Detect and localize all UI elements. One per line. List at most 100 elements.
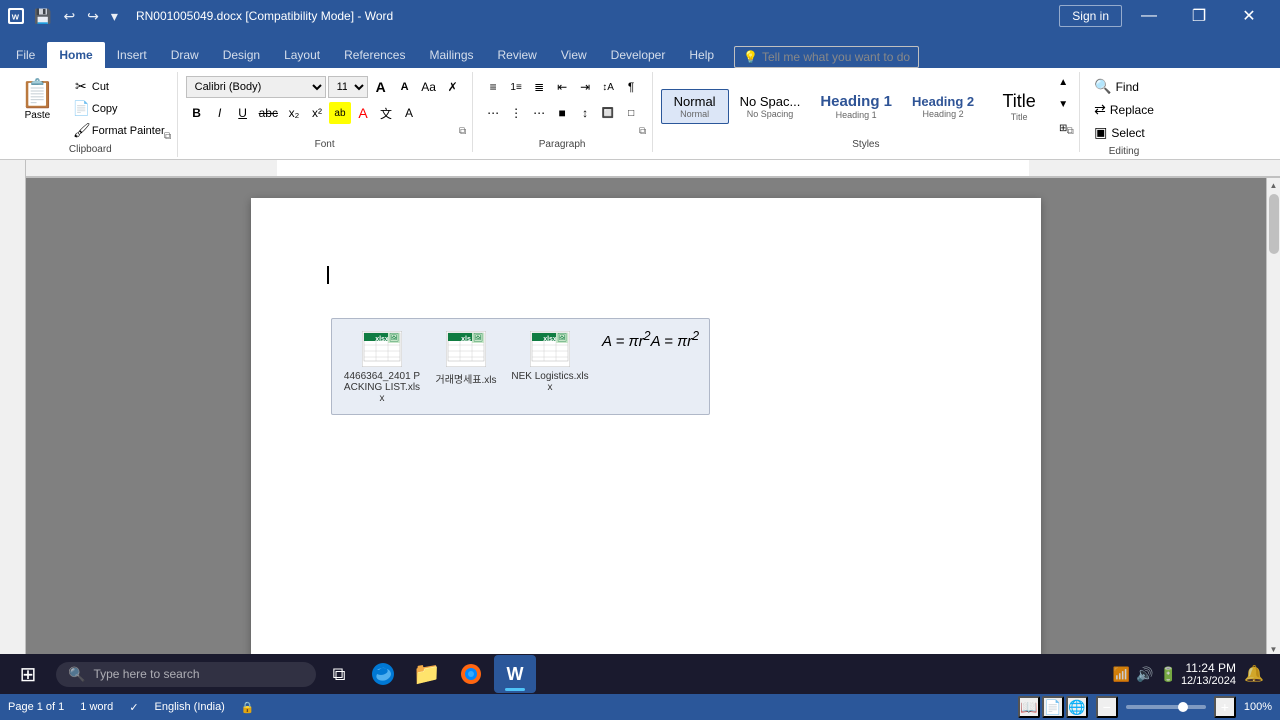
- styles-dialog-launcher[interactable]: ⧉: [1063, 124, 1077, 138]
- shading-font-button[interactable]: A: [398, 102, 420, 124]
- sort-button[interactable]: ↕A: [597, 76, 619, 98]
- font-size-select[interactable]: 11: [328, 76, 368, 98]
- close-button[interactable]: ✕: [1226, 0, 1272, 32]
- justify-button[interactable]: ■: [551, 102, 573, 124]
- minimize-button[interactable]: —: [1126, 0, 1172, 32]
- borders-button[interactable]: □: [620, 102, 642, 124]
- phonetic-button[interactable]: 文: [375, 102, 397, 124]
- read-mode-button[interactable]: 📖: [1018, 696, 1040, 718]
- web-layout-button[interactable]: 🌐: [1066, 696, 1088, 718]
- battery-icon[interactable]: 🔋: [1160, 666, 1177, 683]
- align-right-button[interactable]: ⋯: [528, 102, 550, 124]
- vertical-scrollbar[interactable]: ▲ ▼: [1266, 178, 1280, 656]
- style-no-spacing[interactable]: No Spac... No Spacing: [731, 89, 810, 124]
- embedded-objects-container: xlsx 🖼: [331, 318, 710, 415]
- text-color-button[interactable]: A: [352, 102, 374, 124]
- bullets-button[interactable]: ≡: [482, 76, 504, 98]
- tab-developer[interactable]: Developer: [599, 42, 678, 68]
- align-left-button[interactable]: ⋯: [482, 102, 504, 124]
- increase-indent-button[interactable]: ⇥: [574, 76, 596, 98]
- font-name-row: Calibri (Body) 11 A A Aa ✗: [186, 76, 464, 98]
- pinned-file-explorer[interactable]: 📁: [406, 655, 448, 693]
- grow-font-button[interactable]: A: [370, 76, 392, 98]
- strikethrough-button[interactable]: abc: [255, 102, 282, 124]
- tab-insert[interactable]: Insert: [105, 42, 159, 68]
- underline-button[interactable]: U: [232, 102, 254, 124]
- shrink-font-button[interactable]: A: [394, 76, 416, 98]
- change-case-button[interactable]: Aa: [418, 76, 440, 98]
- notification-button[interactable]: 🔔: [1240, 655, 1268, 693]
- tab-draw[interactable]: Draw: [159, 42, 211, 68]
- tab-review[interactable]: Review: [486, 42, 549, 68]
- document-area[interactable]: xlsx 🖼: [26, 178, 1266, 656]
- italic-button[interactable]: I: [209, 102, 231, 124]
- styles-scroll-up[interactable]: ▲: [1055, 76, 1071, 88]
- obj-item-1[interactable]: xls 🖼 거래명세표.xls: [426, 329, 506, 386]
- text-highlight-button[interactable]: ab: [329, 102, 351, 124]
- shading-button[interactable]: 🔲: [597, 102, 619, 124]
- network-icon[interactable]: 📶: [1113, 666, 1130, 683]
- subscript-button[interactable]: x₂: [283, 102, 305, 124]
- center-button[interactable]: ⋮: [505, 102, 527, 124]
- system-clock[interactable]: 11:24 PM 12/13/2024: [1181, 661, 1236, 687]
- font-name-select[interactable]: Calibri (Body): [186, 76, 326, 98]
- styles-scroll-down[interactable]: ▼: [1055, 98, 1071, 110]
- styles-gallery: Normal Normal No Spac... No Spacing Head…: [661, 76, 1072, 136]
- find-button[interactable]: 🔍 Find: [1088, 76, 1160, 97]
- taskbar-search[interactable]: 🔍 Type here to search: [56, 662, 316, 687]
- pinned-firefox[interactable]: [450, 655, 492, 693]
- style-title[interactable]: Title Title: [985, 86, 1053, 127]
- numbering-button[interactable]: 1≡: [505, 76, 527, 98]
- customize-quick-btn[interactable]: ▾: [107, 6, 122, 27]
- tab-help[interactable]: Help: [677, 42, 726, 68]
- tab-design[interactable]: Design: [211, 42, 272, 68]
- start-button[interactable]: ⊞: [4, 655, 52, 693]
- tab-references[interactable]: References: [332, 42, 417, 68]
- save-quick-btn[interactable]: 💾: [30, 6, 55, 27]
- scroll-up-button[interactable]: ▲: [1267, 178, 1280, 192]
- obj-item-0[interactable]: xlsx 🖼: [342, 329, 422, 404]
- restore-button[interactable]: ❐: [1176, 0, 1222, 32]
- copy-button[interactable]: 📄 Copy: [69, 98, 169, 119]
- pinned-word[interactable]: W: [494, 655, 536, 693]
- style-heading2[interactable]: Heading 2 Heading 2: [903, 89, 983, 124]
- style-normal[interactable]: Normal Normal: [661, 89, 729, 124]
- task-view-button[interactable]: ⧉: [320, 655, 358, 693]
- obj-item-2[interactable]: xlsx 🖼 NEK Logistics.xlsx: [510, 329, 590, 393]
- search-icon: 🔍: [68, 666, 85, 683]
- tab-view[interactable]: View: [549, 42, 599, 68]
- clipboard-dialog-launcher[interactable]: ⧉: [161, 129, 175, 143]
- volume-icon[interactable]: 🔊: [1136, 666, 1153, 683]
- clear-format-button[interactable]: ✗: [442, 76, 464, 98]
- tab-layout[interactable]: Layout: [272, 42, 332, 68]
- select-button[interactable]: ▣ Select: [1088, 122, 1160, 143]
- paragraph-dialog-launcher[interactable]: ⧉: [636, 124, 650, 138]
- cut-button[interactable]: ✂ Cut: [69, 76, 169, 97]
- taskbar-right: 📶 🔊 🔋 11:24 PM 12/13/2024 🔔: [1113, 655, 1276, 693]
- zoom-out-button[interactable]: −: [1096, 696, 1118, 718]
- sign-in-button[interactable]: Sign in: [1059, 5, 1122, 27]
- tell-me-input[interactable]: 💡 Tell me what you want to do: [734, 46, 919, 68]
- scroll-track[interactable]: [1267, 192, 1280, 642]
- tab-mailings[interactable]: Mailings: [417, 42, 485, 68]
- redo-quick-btn[interactable]: ↪: [83, 6, 103, 27]
- undo-quick-btn[interactable]: ↩: [59, 6, 79, 27]
- pinned-edge[interactable]: [362, 655, 404, 693]
- print-layout-button[interactable]: 📄: [1042, 696, 1064, 718]
- paste-button[interactable]: 📋 Paste: [12, 76, 63, 125]
- line-spacing-button[interactable]: ↕: [574, 102, 596, 124]
- format-painter-button[interactable]: 🖌 Format Painter: [69, 120, 169, 141]
- tab-home[interactable]: Home: [47, 42, 104, 68]
- font-dialog-launcher[interactable]: ⧉: [456, 124, 470, 138]
- replace-button[interactable]: ⇄ Replace: [1088, 99, 1160, 120]
- zoom-in-button[interactable]: +: [1214, 696, 1236, 718]
- tab-file[interactable]: File: [4, 42, 47, 68]
- style-heading1[interactable]: Heading 1 Heading 1: [811, 88, 901, 125]
- superscript-button[interactable]: x²: [306, 102, 328, 124]
- multilevel-button[interactable]: ≣: [528, 76, 550, 98]
- bold-button[interactable]: B: [186, 102, 208, 124]
- decrease-indent-button[interactable]: ⇤: [551, 76, 573, 98]
- zoom-slider[interactable]: [1126, 705, 1206, 709]
- scroll-thumb[interactable]: [1269, 194, 1279, 254]
- show-paragraph-button[interactable]: ¶: [620, 76, 642, 98]
